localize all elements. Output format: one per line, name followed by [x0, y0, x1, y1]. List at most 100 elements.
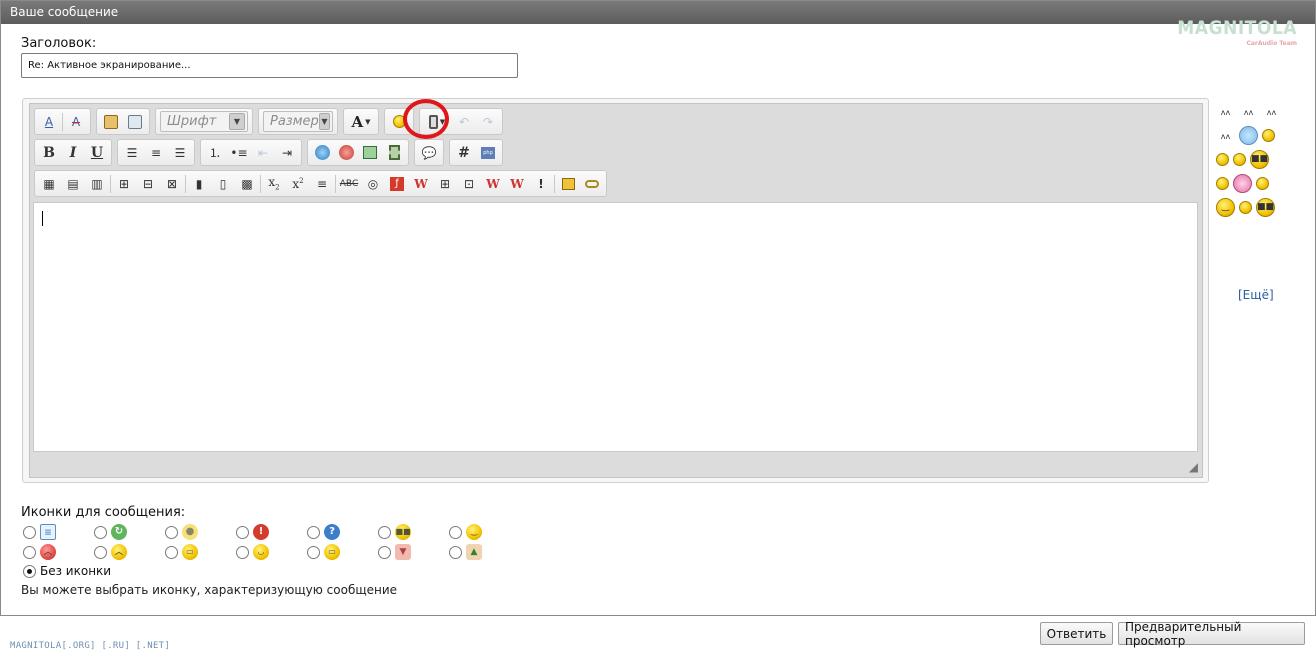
resize-handle-icon[interactable]: ◢	[1189, 460, 1198, 474]
col-after-icon[interactable]: ▯	[211, 173, 235, 195]
smiley-text-icon[interactable]: ʌʌ	[1239, 104, 1258, 118]
table-delete-icon[interactable]: ▥	[85, 173, 109, 195]
row-delete-icon[interactable]: ⊠	[160, 173, 184, 195]
wiki-icon[interactable]: W	[409, 173, 433, 195]
superscript-icon[interactable]: x2	[286, 173, 310, 195]
paste-word-icon[interactable]	[99, 111, 123, 133]
smiley-icon[interactable]	[1262, 128, 1275, 142]
icon-radio[interactable]	[165, 545, 178, 559]
smiley-text-icon[interactable]: ʌʌ	[1262, 104, 1281, 118]
link-icon[interactable]	[310, 142, 334, 164]
italic-icon[interactable]: I	[61, 142, 85, 164]
icon-radio[interactable]	[94, 525, 107, 539]
hr-icon[interactable]: ≡	[310, 173, 334, 195]
indent-icon[interactable]: ⇥	[275, 142, 299, 164]
font-select[interactable]: Шрифт ▼	[160, 111, 248, 132]
no-icon-option[interactable]: Без иконки	[23, 564, 111, 578]
preview-button[interactable]: Предварительный просмотр	[1118, 620, 1305, 648]
flash-icon[interactable]: ƒ	[385, 173, 409, 195]
row-before-icon[interactable]: ⊞	[112, 173, 136, 195]
icon-radio[interactable]	[236, 545, 249, 559]
wiki-edit-icon[interactable]: W	[505, 173, 529, 195]
pink-smiley-icon[interactable]	[1233, 173, 1252, 193]
icon-radio[interactable]	[449, 545, 462, 559]
icon-option[interactable]: ●	[165, 524, 236, 540]
image-icon[interactable]	[358, 142, 382, 164]
reply-button[interactable]: Ответить	[1040, 622, 1113, 645]
icon-option[interactable]: ︿	[94, 544, 165, 560]
underline-icon[interactable]: U	[85, 142, 109, 164]
icon-radio[interactable]	[378, 545, 391, 559]
icon-option[interactable]: ▲	[449, 544, 520, 560]
smiley-icon[interactable]	[1256, 176, 1269, 190]
no-icon-radio[interactable]	[23, 564, 36, 578]
icon-radio[interactable]	[307, 525, 320, 539]
chain-link-icon[interactable]	[580, 173, 604, 195]
smiley-text-icon[interactable]: ʌʌ	[1216, 128, 1235, 142]
cool-smiley-icon[interactable]: ■■	[1256, 197, 1275, 217]
smiley-text-icon[interactable]: ʌʌ	[1216, 104, 1235, 118]
icon-radio[interactable]	[94, 545, 107, 559]
subscript-icon[interactable]: x2	[262, 173, 286, 195]
align-center-icon[interactable]: ≡	[144, 142, 168, 164]
smiley-icon[interactable]	[1216, 152, 1229, 166]
icon-option[interactable]: !	[236, 524, 307, 540]
icon-option[interactable]: ≡	[23, 524, 94, 540]
col-delete-icon[interactable]: ▩	[235, 173, 259, 195]
php-icon[interactable]: php	[476, 142, 500, 164]
outdent-icon[interactable]: ⇤	[251, 142, 275, 164]
icon-option[interactable]: ?	[307, 524, 378, 540]
align-right-icon[interactable]: ☰	[168, 142, 192, 164]
icon-radio[interactable]	[23, 525, 36, 539]
smiley-icon[interactable]: ‿	[1216, 197, 1235, 217]
icon-option[interactable]: ︿	[23, 544, 94, 560]
smiley-icon[interactable]	[1233, 152, 1246, 166]
sun-smiley-icon[interactable]	[1239, 125, 1258, 145]
smiley-icon[interactable]	[1239, 200, 1252, 214]
icon-radio[interactable]	[236, 525, 249, 539]
exclamation-icon[interactable]: !	[529, 173, 553, 195]
smiley-icon[interactable]	[1216, 176, 1229, 190]
spoiler-icon[interactable]: ◎	[361, 173, 385, 195]
icon-radio[interactable]	[378, 525, 391, 539]
strikethrough-icon[interactable]: ABC	[337, 173, 361, 195]
redo-icon[interactable]: ↷	[476, 111, 500, 133]
icon-radio[interactable]	[23, 545, 36, 559]
table-props-icon[interactable]: ▤	[61, 173, 85, 195]
icon-option[interactable]: ‿	[449, 524, 520, 540]
col-before-icon[interactable]: ▮	[187, 173, 211, 195]
icon-option[interactable]: ■■	[378, 524, 449, 540]
spell-check-icon[interactable]: A	[64, 111, 88, 133]
quote-icon[interactable]: 💬	[417, 142, 441, 164]
icon-radio[interactable]	[307, 545, 320, 559]
code-icon[interactable]: #	[452, 142, 476, 164]
toc-icon[interactable]: ⊡	[457, 173, 481, 195]
icon-option[interactable]: ↻	[94, 524, 165, 540]
more-smilies-link[interactable]: [Ещё]	[1238, 288, 1274, 302]
ordered-list-icon[interactable]: ⒈	[203, 142, 227, 164]
table-icon[interactable]: ▦	[37, 173, 61, 195]
cool-smiley-icon[interactable]: ■■	[1250, 149, 1269, 169]
icon-option[interactable]: ▼	[378, 544, 449, 560]
size-select[interactable]: Размер ▼	[263, 111, 333, 132]
message-textarea[interactable]	[33, 202, 1198, 452]
unlink-icon[interactable]	[334, 142, 358, 164]
video-icon[interactable]	[382, 142, 406, 164]
wiki-link-icon[interactable]: W	[481, 173, 505, 195]
icon-option[interactable]: ◡	[236, 544, 307, 560]
expand-icon[interactable]: ⊞	[433, 173, 457, 195]
remove-format-icon[interactable]: A	[37, 111, 61, 133]
bold-icon[interactable]: B	[37, 142, 61, 164]
icon-option[interactable]: ▭	[165, 544, 236, 560]
title-input[interactable]	[21, 53, 518, 78]
icon-radio[interactable]	[449, 525, 462, 539]
icon-radio[interactable]	[165, 525, 178, 539]
undo-icon[interactable]: ↶	[452, 111, 476, 133]
footer-domains-link[interactable]: MAGNITOLA[.ORG] [.RU] [.NET]	[10, 641, 170, 651]
row-after-icon[interactable]: ⊟	[136, 173, 160, 195]
unordered-list-icon[interactable]: •≡	[227, 142, 251, 164]
align-left-icon[interactable]: ☰	[120, 142, 144, 164]
paste-text-icon[interactable]	[123, 111, 147, 133]
icon-option[interactable]: ▭	[307, 544, 378, 560]
copy-icon[interactable]	[556, 173, 580, 195]
